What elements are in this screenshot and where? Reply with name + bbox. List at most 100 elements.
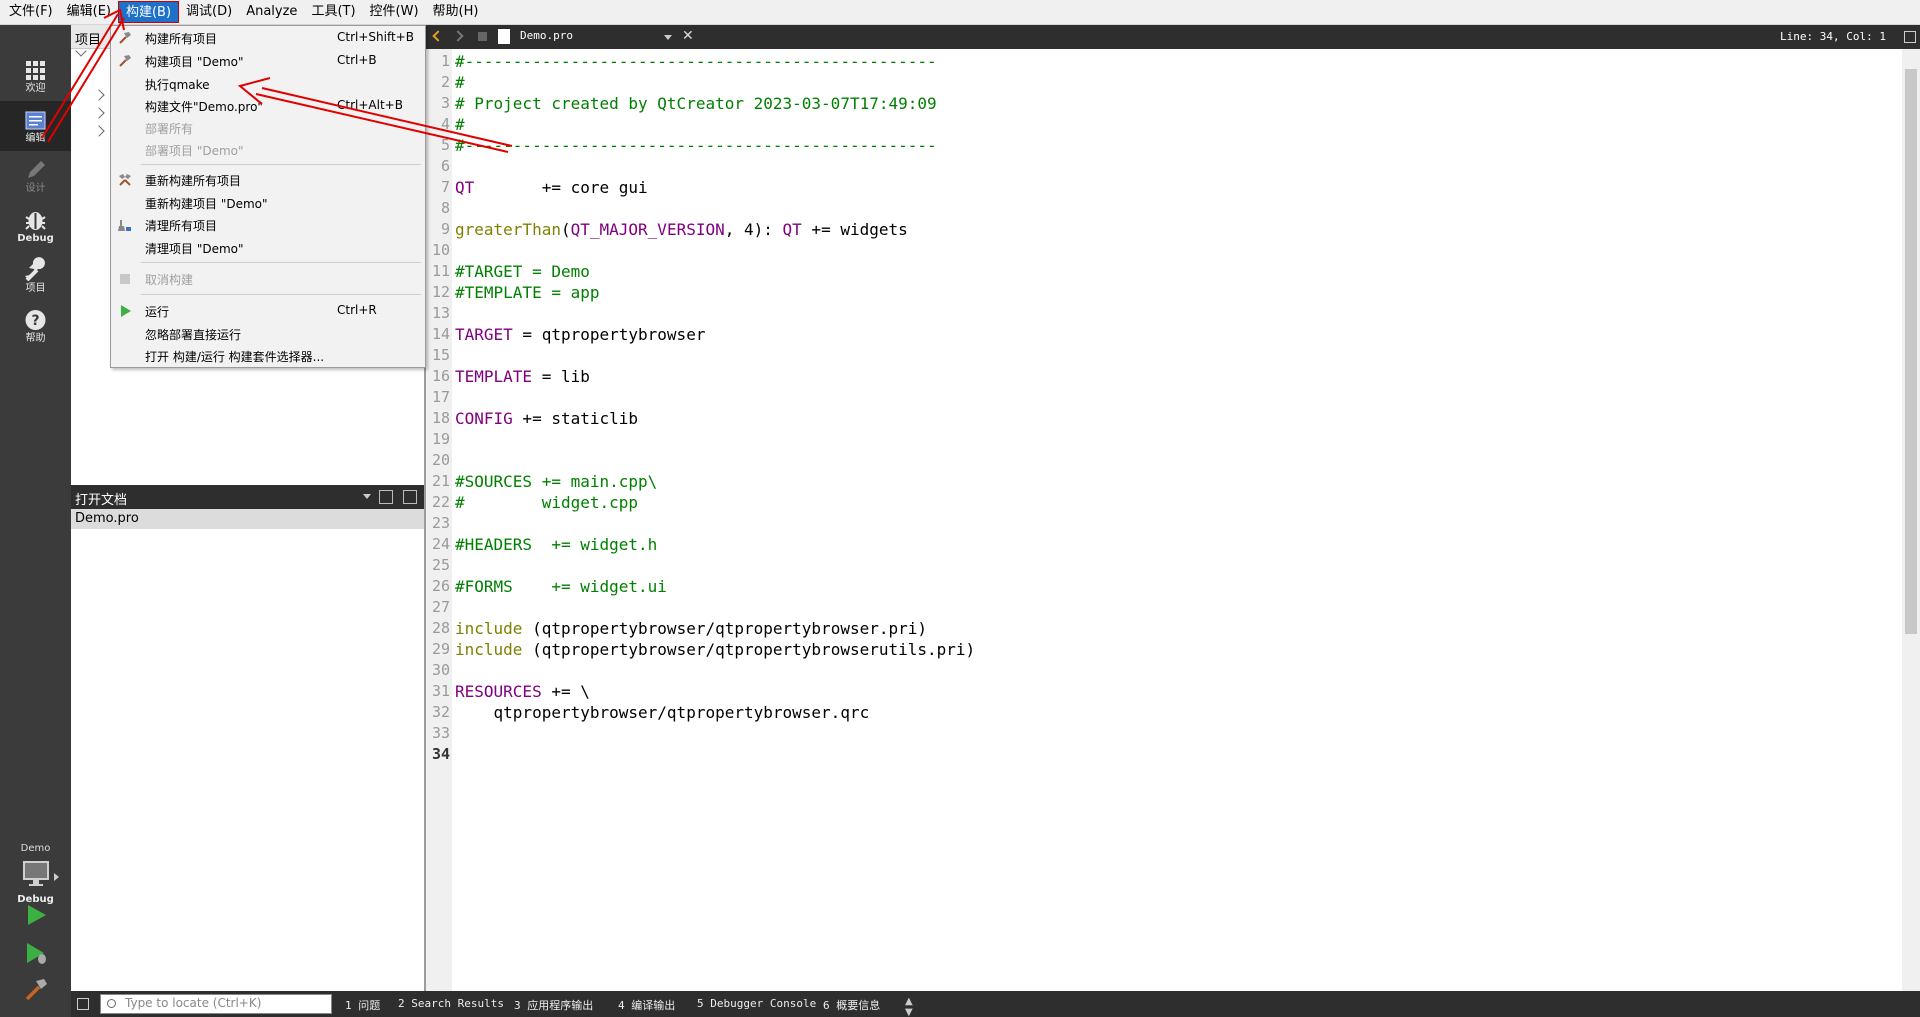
menu-item-run-qmake[interactable]: 执行qmake <box>111 73 425 95</box>
stop-icon <box>120 274 130 284</box>
line-number: 6 <box>440 157 450 175</box>
more-tabs-icon[interactable]: ▲ ▼ <box>905 996 913 1017</box>
document-name: Demo.pro <box>520 29 573 42</box>
menu-item-build-all[interactable]: 构建所有项目 Ctrl+Shift+B <box>111 27 425 49</box>
menu-debug[interactable]: 调试(D) <box>179 1 239 23</box>
mode-welcome[interactable]: 欢迎 <box>0 51 71 101</box>
line-number: 24 <box>431 535 450 553</box>
menu-item-clean-project[interactable]: 清理项目 "Demo" <box>111 237 425 259</box>
list-item[interactable]: Demo.pro <box>71 509 424 529</box>
menu-item-label: 清理项目 "Demo" <box>145 242 244 256</box>
line-number: 10 <box>431 241 450 259</box>
output-tab-compile-output[interactable]: 4 编译输出 <box>618 997 675 1013</box>
menu-item-shortcut: Ctrl+Alt+B <box>337 98 403 112</box>
output-tab-application-output[interactable]: 3 应用程序输出 <box>514 997 593 1013</box>
forward-icon[interactable] <box>452 30 464 42</box>
line-number: 22 <box>431 493 450 511</box>
menu-bar: 文件(F) 编辑(E) 构建(B) 调试(D) Analyze 工具(T) 控件… <box>0 0 1920 25</box>
line-number: 29 <box>431 640 450 658</box>
scrollbar-thumb[interactable] <box>1905 69 1917 634</box>
line-number-gutter: 1 2 3 4 5 6 7 8 9 10 11 12 13 14 15 16 17 18 19 20 21 22 23 24 2… <box>426 49 452 991</box>
line-number: 27 <box>431 598 450 616</box>
menu-file[interactable]: 文件(F) <box>2 1 60 23</box>
code-editor[interactable]: #---------------------------------------… <box>452 49 1902 991</box>
build-hammer-icon[interactable] <box>22 975 50 1003</box>
line-number: 23 <box>431 514 450 532</box>
mode-label: 欢迎 <box>25 83 46 94</box>
menu-widgets[interactable]: 控件(W) <box>363 1 426 23</box>
menu-item-open-kit-selector[interactable]: 打开 构建/运行 构建套件选择器... <box>111 345 425 367</box>
kit-expand-icon[interactable] <box>54 873 59 881</box>
mode-edit[interactable]: 编辑 <box>0 101 71 151</box>
output-tab-general-messages[interactable]: 6 概要信息 <box>823 997 880 1013</box>
tree-expand-icon[interactable] <box>93 125 105 137</box>
vertical-scrollbar[interactable] <box>1902 49 1920 991</box>
menu-item-shortcut: Ctrl+B <box>337 53 377 67</box>
menu-item-label: 执行qmake <box>145 78 210 92</box>
menu-item-cancel-build: 取消构建 <box>111 268 425 290</box>
mode-design[interactable]: 设计 <box>0 151 71 201</box>
output-tab-search-results[interactable]: 2 Search Results <box>398 997 504 1010</box>
close-icon[interactable]: ✕ <box>682 28 694 44</box>
code-line: # widget.cpp <box>455 493 639 512</box>
code-line: #---------------------------------------… <box>455 136 937 155</box>
grid-icon <box>26 61 45 80</box>
menu-item-clean-all[interactable]: 清理所有项目 <box>111 214 425 236</box>
menu-edit[interactable]: 编辑(E) <box>60 1 118 23</box>
line-number: 5 <box>440 136 450 154</box>
code-line: #---------------------------------------… <box>455 52 937 71</box>
menu-item-label: 部署所有 <box>145 122 194 136</box>
code-line: #SOURCES += main.cpp\ <box>455 472 658 491</box>
debug-run-icon[interactable] <box>22 939 50 967</box>
code-line: RESOURCES += \ <box>455 682 590 701</box>
menu-item-label: 重新构建项目 "Demo" <box>145 197 268 211</box>
cursor-position: Line: 34, Col: 1 <box>1780 30 1886 43</box>
dropdown-icon[interactable] <box>363 494 371 499</box>
split-icon[interactable] <box>379 490 393 504</box>
line-number: 21 <box>431 472 450 490</box>
mode-debug[interactable]: Debug <box>0 201 71 251</box>
line-number: 11 <box>431 262 450 280</box>
menu-item-label: 构建文件"Demo.pro" <box>145 100 263 114</box>
locator-input[interactable]: Type to locate (Ctrl+K) <box>100 994 332 1014</box>
code-line: # <box>455 115 465 134</box>
back-icon[interactable] <box>432 30 444 42</box>
menu-item-deploy-all: 部署所有 <box>111 117 425 139</box>
code-line: greaterThan(QT_MAJOR_VERSION, 4): QT += … <box>455 220 908 239</box>
code-line: include (qtpropertybrowser/qtpropertybro… <box>455 640 976 659</box>
monitor-icon[interactable] <box>20 859 52 889</box>
close-panel-icon[interactable] <box>403 490 417 504</box>
menu-analyze[interactable]: Analyze <box>239 1 304 23</box>
code-line: #FORMS += widget.ui <box>455 577 667 596</box>
toggle-sidebar-icon[interactable] <box>77 998 89 1010</box>
menu-item-run[interactable]: 运行 Ctrl+R <box>111 300 425 322</box>
menu-tools[interactable]: 工具(T) <box>304 1 362 23</box>
menu-item-rebuild-project[interactable]: 重新构建项目 "Demo" <box>111 192 425 214</box>
menu-item-build-project[interactable]: 构建项目 "Demo" Ctrl+B <box>111 50 425 72</box>
mode-projects[interactable]: 项目 <box>0 251 71 301</box>
tree-expand-icon[interactable] <box>93 89 105 101</box>
open-documents-title: 打开文档 <box>75 493 128 508</box>
projects-panel-title: 项目 <box>75 33 102 48</box>
menu-item-label: 构建项目 "Demo" <box>145 55 244 69</box>
menu-build[interactable]: 构建(B) <box>117 1 180 23</box>
output-tab-issues[interactable]: 1 问题 <box>345 997 380 1013</box>
menu-separator <box>141 262 421 263</box>
menu-item-build-file[interactable]: 构建文件"Demo.pro" Ctrl+Alt+B <box>111 95 425 117</box>
output-tab-debugger-console[interactable]: 5 Debugger Console <box>697 997 816 1010</box>
hammer-icon <box>119 55 131 67</box>
menu-item-shortcut: Ctrl+Shift+B <box>337 30 414 44</box>
document-dropdown-icon[interactable] <box>664 35 672 40</box>
menu-item-run-without-deploy[interactable]: 忽略部署直接运行 <box>111 323 425 345</box>
mode-help[interactable]: ? 帮助 <box>0 301 71 351</box>
tree-expand-icon[interactable] <box>93 107 105 119</box>
run-icon[interactable] <box>22 901 50 929</box>
broom-icon <box>118 220 131 231</box>
menu-help[interactable]: 帮助(H) <box>426 1 486 23</box>
code-line: include (qtpropertybrowser/qtpropertybro… <box>455 619 928 638</box>
menu-item-rebuild-all[interactable]: 重新构建所有项目 <box>111 169 425 191</box>
code-line: #HEADERS += widget.h <box>455 535 658 554</box>
file-icon <box>498 29 510 44</box>
menu-item-label: 清理所有项目 <box>145 219 218 233</box>
split-editor-icon[interactable] <box>1904 31 1916 43</box>
